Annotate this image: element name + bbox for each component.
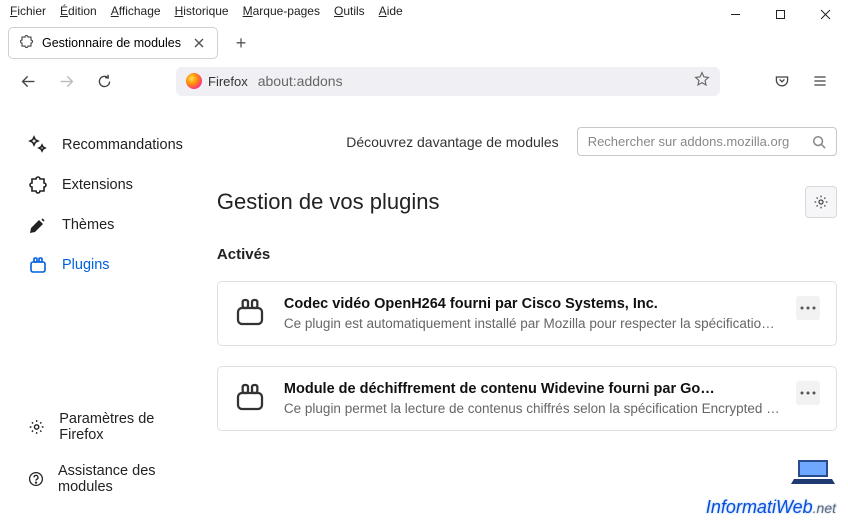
sidebar-item-label: Recommandations xyxy=(62,137,183,153)
plugin-card[interactable]: Module de déchiffrement de contenu Widev… xyxy=(217,366,837,431)
watermark: InformatiWeb.net xyxy=(706,497,836,518)
sidebar-item-label: Extensions xyxy=(62,177,133,193)
more-button[interactable] xyxy=(796,296,820,320)
minimize-button[interactable] xyxy=(713,2,758,26)
bookmark-star-icon[interactable] xyxy=(694,71,710,92)
toolbar: Firefox about:addons xyxy=(0,59,848,107)
help-icon xyxy=(28,469,44,489)
new-tab-button[interactable]: + xyxy=(226,28,256,58)
url-bar[interactable]: Firefox about:addons xyxy=(176,67,720,96)
menu-file[interactable]: Fichier xyxy=(10,4,46,18)
sidebar-item-themes[interactable]: Thèmes xyxy=(18,205,193,245)
url-brand-label: Firefox xyxy=(208,74,248,89)
sidebar-item-label: Paramètres de Firefox xyxy=(59,411,183,443)
sidebar-item-label: Plugins xyxy=(62,257,110,273)
sidebar-item-label: Assistance des modules xyxy=(58,463,183,495)
menu-edit[interactable]: Édition xyxy=(60,4,97,18)
back-button[interactable] xyxy=(12,65,44,97)
maximize-button[interactable] xyxy=(758,2,803,26)
search-input[interactable]: Rechercher sur addons.mozilla.org xyxy=(577,127,837,156)
pocket-button[interactable] xyxy=(766,65,798,97)
discover-label: Découvrez davantage de modules xyxy=(346,134,558,150)
close-button[interactable] xyxy=(803,2,848,26)
sidebar-item-label: Thèmes xyxy=(62,217,114,233)
plugin-card[interactable]: Codec vidéo OpenH264 fourni par Cisco Sy… xyxy=(217,281,837,346)
menu-tools[interactable]: Outils xyxy=(334,4,365,18)
sparkle-icon xyxy=(28,135,48,155)
discover-bar: Découvrez davantage de modules Recherche… xyxy=(217,127,837,156)
tab-addons[interactable]: Gestionnaire de modules compl xyxy=(8,27,218,59)
puzzle-icon xyxy=(28,175,48,195)
content: Recommandations Extensions Thèmes Plugin… xyxy=(0,107,848,523)
puzzle-icon xyxy=(19,34,34,52)
search-placeholder: Rechercher sur addons.mozilla.org xyxy=(588,134,806,149)
plugin-icon xyxy=(28,255,48,275)
close-icon[interactable] xyxy=(191,35,207,51)
section-enabled: Activés xyxy=(217,246,837,263)
gear-icon xyxy=(28,417,45,437)
app-menu-button[interactable] xyxy=(804,65,836,97)
window-controls xyxy=(713,2,848,26)
sidebar-item-plugins[interactable]: Plugins xyxy=(18,245,193,285)
gear-icon xyxy=(813,194,829,210)
plugin-title: Codec vidéo OpenH264 fourni par Cisco Sy… xyxy=(284,296,780,312)
plugin-desc: Ce plugin est automatiquement installé p… xyxy=(284,316,780,331)
menu-help[interactable]: Aide xyxy=(379,4,403,18)
tabbar: Gestionnaire de modules compl + xyxy=(0,23,848,59)
plugin-icon xyxy=(234,381,268,415)
url-identity: Firefox xyxy=(186,73,248,89)
sidebar-item-help[interactable]: Assistance des modules xyxy=(18,453,193,505)
main-panel: Découvrez davantage de modules Recherche… xyxy=(197,107,848,523)
more-button[interactable] xyxy=(796,381,820,405)
url-text: about:addons xyxy=(258,73,684,89)
forward-button[interactable] xyxy=(50,65,82,97)
sidebar-item-settings[interactable]: Paramètres de Firefox xyxy=(18,401,193,453)
sidebar: Recommandations Extensions Thèmes Plugin… xyxy=(0,107,197,523)
tab-title: Gestionnaire de modules compl xyxy=(42,36,183,50)
firefox-icon xyxy=(186,73,202,89)
laptop-icon xyxy=(790,457,836,492)
plugin-icon xyxy=(234,296,268,330)
search-icon xyxy=(812,135,826,149)
sidebar-item-recommendations[interactable]: Recommandations xyxy=(18,125,193,165)
menu-view[interactable]: Affichage xyxy=(111,4,161,18)
menu-bookmarks[interactable]: Marque-pages xyxy=(243,4,320,18)
reload-button[interactable] xyxy=(88,65,120,97)
plugin-desc: Ce plugin permet la lecture de contenus … xyxy=(284,401,780,416)
sidebar-item-extensions[interactable]: Extensions xyxy=(18,165,193,205)
settings-button[interactable] xyxy=(805,186,837,218)
brush-icon xyxy=(28,215,48,235)
plugin-title: Module de déchiffrement de contenu Widev… xyxy=(284,381,780,397)
menu-history[interactable]: Historique xyxy=(175,4,229,18)
page-title: Gestion de vos plugins xyxy=(217,189,440,215)
